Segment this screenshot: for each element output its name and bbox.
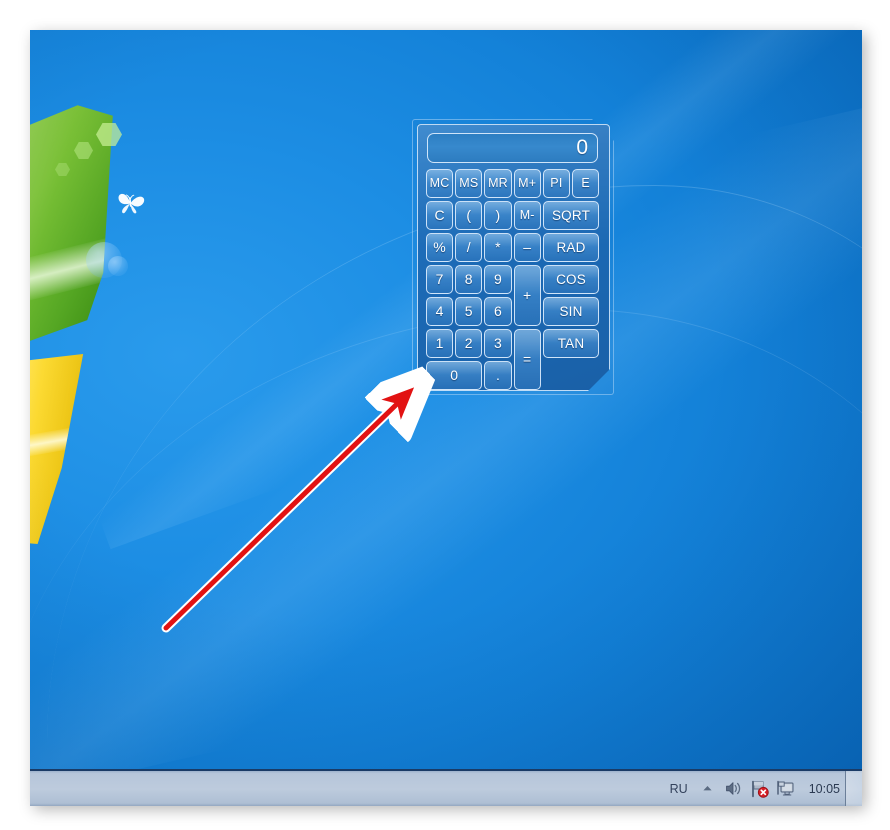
tangent-key[interactable]: TAN — [543, 329, 599, 358]
percent-key[interactable]: % — [426, 233, 453, 262]
multiply-key[interactable]: * — [484, 233, 511, 262]
decimal-point-key[interactable]: . — [484, 361, 511, 390]
digit-3-key[interactable]: 3 — [484, 329, 511, 358]
digit-9-key[interactable]: 9 — [484, 265, 511, 294]
digit-1-key[interactable]: 1 — [426, 329, 453, 358]
equals-key[interactable]: = — [514, 329, 541, 390]
system-tray[interactable]: RU 10:05 — [663, 771, 844, 806]
language-indicator[interactable]: RU — [663, 780, 695, 798]
digit-8-key[interactable]: 8 — [455, 265, 482, 294]
gadget-body: 0 MC MS MR M+ PI E C() M- SQRT% / * – RAD 7 8 9 + COS 4 5 6 S… — [417, 124, 610, 391]
volume-icon[interactable] — [721, 775, 747, 803]
open-paren-key[interactable]: ( — [455, 201, 482, 230]
close-paren-key[interactable]: ) — [484, 201, 511, 230]
calculator-keypad: MC MS MR M+ PI E C() M- SQRT% / * – RAD 7 8 9 + COS 4 5 6 SIN… — [426, 169, 601, 384]
action-center-icon[interactable] — [773, 775, 799, 803]
subtract-key[interactable]: – — [514, 233, 541, 262]
screenshot-root: 0 MC MS MR M+ PI E C() M- SQRT% / * – RAD 7 8 9 + COS 4 5 6 S… — [0, 0, 890, 830]
calculator-display: 0 — [427, 133, 598, 163]
memory-store-key[interactable]: MS — [455, 169, 482, 198]
calculator-gadget[interactable]: 0 MC MS MR M+ PI E C() M- SQRT% / * – RAD 7 8 9 + COS 4 5 6 S… — [412, 119, 614, 395]
show-desktop-button[interactable] — [845, 771, 862, 806]
wallpaper-bubble-small — [108, 256, 128, 276]
digit-6-key[interactable]: 6 — [484, 297, 511, 326]
digit-5-key[interactable]: 5 — [455, 297, 482, 326]
digit-2-key[interactable]: 2 — [455, 329, 482, 358]
taskbar[interactable]: RU 10:05 — [30, 769, 862, 806]
radians-key[interactable]: RAD — [543, 233, 599, 262]
digit-4-key[interactable]: 4 — [426, 297, 453, 326]
divide-key[interactable]: / — [455, 233, 482, 262]
memory-clear-key[interactable]: MC — [426, 169, 453, 198]
exponent-key[interactable]: E — [572, 169, 599, 198]
wallpaper-butterfly-icon — [118, 193, 145, 214]
memory-add-key[interactable]: M+ — [514, 169, 541, 198]
digit-0-key[interactable]: 0 — [426, 361, 482, 390]
add-key[interactable]: + — [514, 265, 541, 326]
digit-7-key[interactable]: 7 — [426, 265, 453, 294]
taskbar-pinned-area[interactable] — [30, 771, 630, 806]
sine-key[interactable]: SIN — [543, 297, 599, 326]
memory-recall-key[interactable]: MR — [484, 169, 511, 198]
cosine-key[interactable]: COS — [543, 265, 599, 294]
clear-key[interactable]: C — [426, 201, 453, 230]
desktop[interactable]: 0 MC MS MR M+ PI E C() M- SQRT% / * – RAD 7 8 9 + COS 4 5 6 S… — [30, 30, 862, 806]
square-root-key[interactable]: SQRT — [543, 201, 599, 230]
taskbar-clock[interactable]: 10:05 — [799, 782, 844, 796]
show-hidden-icons-icon[interactable] — [695, 775, 721, 803]
network-error-icon[interactable] — [747, 775, 773, 803]
pi-key[interactable]: PI — [543, 169, 570, 198]
memory-subtract-key[interactable]: M- — [514, 201, 541, 230]
